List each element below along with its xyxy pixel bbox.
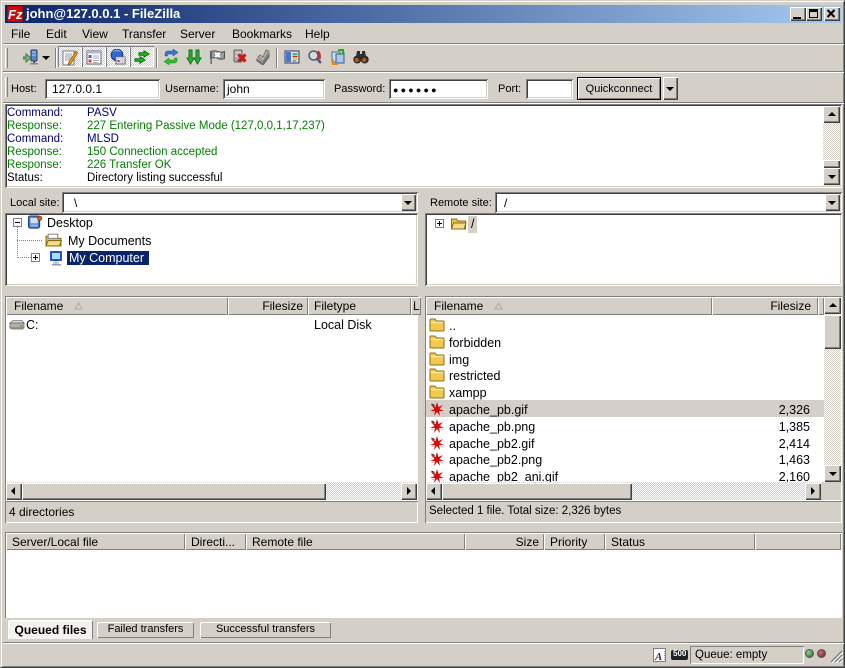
svg-text:Fz: Fz — [8, 7, 23, 22]
svg-text:A: A — [654, 651, 662, 663]
